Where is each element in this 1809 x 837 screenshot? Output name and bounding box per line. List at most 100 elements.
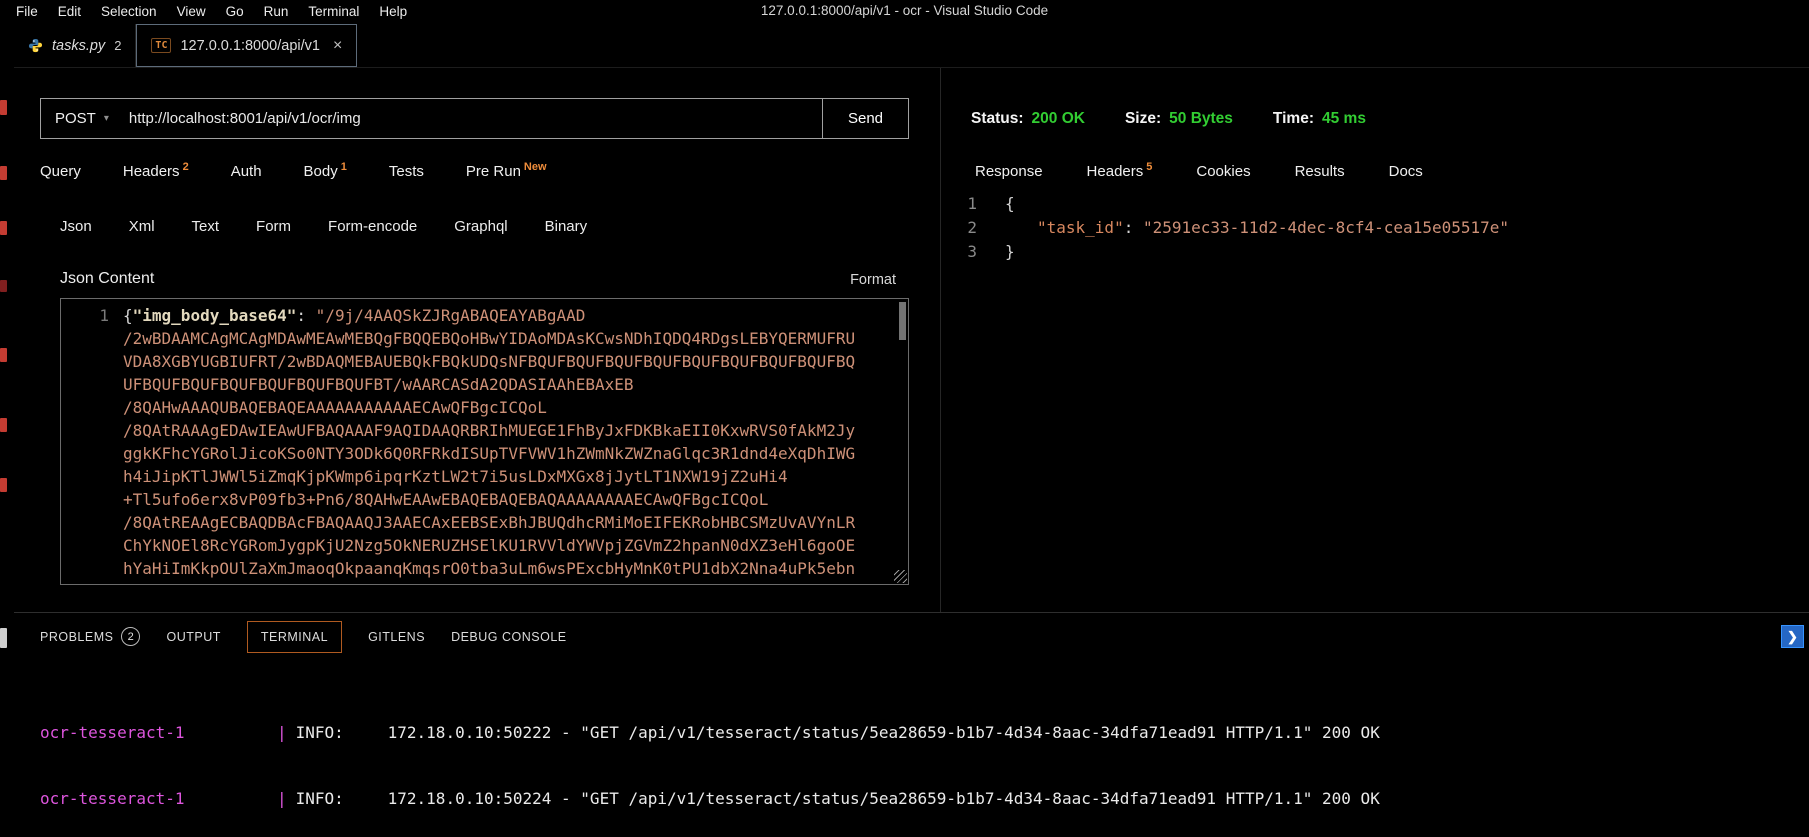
- tab-label: Query: [40, 163, 81, 180]
- close-icon[interactable]: ×: [333, 37, 342, 55]
- json-key: "img_body_base64": [132, 306, 297, 325]
- editor-scrollbar[interactable]: [899, 302, 906, 340]
- menu-edit[interactable]: Edit: [48, 4, 91, 19]
- tab-form[interactable]: Form: [256, 218, 291, 235]
- base64-chunk: ggkKFhcYGRolJicoKSo0NTY3ODk6Q0RFRkdISUpT…: [123, 444, 856, 463]
- chevron-down-icon: ▾: [103, 113, 109, 124]
- tab-label: PROBLEMS: [40, 629, 114, 644]
- json-brace: }: [1005, 242, 1015, 261]
- line-number: 2: [967, 218, 977, 237]
- tab-response[interactable]: Response: [975, 163, 1043, 180]
- tab-binary[interactable]: Binary: [545, 218, 588, 235]
- tab-label: Pre Run: [465, 163, 521, 180]
- tab-label: Body: [303, 163, 338, 180]
- editor-line: /2wBDAAMCAgMCAgMDAwMEAwMEBQgFBQQEBQoHBwY…: [61, 327, 908, 350]
- tab-label: Cookies: [1196, 163, 1251, 180]
- base64-chunk: /2wBDAAMCAgMCAgMDAwMEAwMEBQgFBQQEBQoHBwY…: [123, 329, 856, 348]
- menu-file[interactable]: File: [6, 4, 48, 19]
- tab-badge: 5: [1146, 161, 1153, 173]
- method-label: POST: [55, 110, 96, 127]
- tab-tests[interactable]: Tests: [389, 163, 424, 180]
- menu-terminal[interactable]: Terminal: [298, 4, 369, 19]
- resize-grip-icon[interactable]: [894, 570, 907, 583]
- terminal-line: ocr-tesseract-1 | INFO: 172.18.0.10:50222 -…: [40, 722, 1380, 744]
- base64-chunk: /8QAtRAAAgEDAwIEAwUFBAQAAAF9AQIDAAQRBRIh…: [123, 421, 856, 440]
- tab-auth[interactable]: Auth: [231, 163, 262, 180]
- tab-label: tasks.py: [52, 37, 106, 54]
- size-label: Size:: [1124, 110, 1162, 127]
- tab-cookies[interactable]: Cookies: [1196, 163, 1250, 180]
- response-line: 3 }: [941, 240, 1509, 264]
- url-row: POST ▾ Send: [40, 98, 909, 139]
- tab-pre-run[interactable]: Pre Run New: [465, 161, 547, 180]
- panel-tab-problems[interactable]: PROBLEMS 2: [40, 627, 141, 646]
- tab-headers[interactable]: Headers 2: [122, 161, 189, 180]
- tab-docs[interactable]: Docs: [1389, 163, 1423, 180]
- tab-response-headers[interactable]: Headers 5: [1086, 161, 1153, 180]
- request-panel: POST ▾ Send Query Headers2 Auth Body1 Te…: [14, 68, 940, 612]
- base64-chunk: /8QAtREAAgECBAQDBAcFBAQAAQJ3AAECAxEEBSEx…: [123, 513, 856, 532]
- window-title: 127.0.0.1:8000/api/v1 - ocr - Visual Stu…: [760, 3, 1049, 18]
- panel-tab-debug-console[interactable]: DEBUG CONSOLE: [451, 630, 567, 644]
- menu-go[interactable]: Go: [216, 4, 254, 19]
- tab-badge: New: [523, 161, 547, 173]
- format-button[interactable]: Format: [850, 272, 896, 288]
- tab-tasks-py[interactable]: tasks.py 2: [14, 24, 137, 67]
- tab-label: Headers: [1086, 163, 1144, 180]
- menu-view[interactable]: View: [167, 4, 216, 19]
- tab-xml[interactable]: Xml: [129, 218, 155, 235]
- tab-label: Headers: [122, 163, 180, 180]
- line-number: 3: [967, 242, 977, 261]
- menu-selection[interactable]: Selection: [91, 4, 167, 19]
- response-body: 1 { 2 "task_id": "2591ec33-11d2-4dec-8cf…: [941, 192, 1509, 264]
- thunder-client-view: POST ▾ Send Query Headers2 Auth Body1 Te…: [14, 68, 1809, 612]
- activity-edge-mark: [0, 166, 7, 180]
- panel-expand-chevron-icon[interactable]: ❯: [1781, 625, 1804, 648]
- tab-json[interactable]: Json: [60, 218, 92, 235]
- base64-chunk: UFBQUFBQUFBQUFBQUFBQUFBQUFBT/wAARCASdA2Q…: [123, 375, 634, 394]
- tab-query[interactable]: Query: [40, 163, 81, 180]
- activity-edge-mark: [0, 280, 7, 292]
- tab-badge: 2: [114, 38, 122, 53]
- terminal-output: ocr-tesseract-1 | INFO: 172.18.0.10:50222 -…: [40, 678, 1380, 837]
- activity-edge-mark: [0, 478, 7, 492]
- status-label: Status:: [971, 110, 1024, 127]
- request-tabs: Query Headers 2 Auth Body 1 Tests Pre Run N…: [40, 161, 547, 180]
- tab-form-encode[interactable]: Form-encode: [328, 218, 417, 235]
- bottom-panel: PROBLEMS 2 OUTPUT TERMINAL GITLENS DEBUG…: [14, 612, 1809, 837]
- panel-tab-bar: PROBLEMS 2 OUTPUT TERMINAL GITLENS DEBUG…: [40, 620, 567, 653]
- json-body-editor[interactable]: 1 {"img_body_base64": "/9j/4AAQSkZJRgABA…: [60, 298, 909, 585]
- send-button[interactable]: Send: [822, 98, 909, 139]
- activity-edge-mark: [0, 221, 7, 235]
- tab-text[interactable]: Text: [192, 218, 220, 235]
- tab-thunder-client[interactable]: TC 127.0.0.1:8000/api/v1 ×: [136, 24, 358, 67]
- tab-label: Response: [975, 163, 1043, 180]
- panel-tab-terminal[interactable]: TERMINAL: [246, 620, 343, 653]
- menu-help[interactable]: Help: [369, 4, 417, 19]
- response-tabs: Response Headers 5 Cookies Results Docs: [975, 161, 1423, 180]
- url-input[interactable]: [120, 110, 822, 127]
- panel-tab-output[interactable]: OUTPUT: [166, 630, 220, 644]
- method-select[interactable]: POST ▾: [41, 110, 121, 127]
- tab-body[interactable]: Body 1: [303, 161, 347, 180]
- tab-label: Results: [1294, 163, 1345, 180]
- base64-chunk: ChYkNOEl8RcYGRomJygpKjU2Nzg5OkNERUZHSElK…: [123, 536, 856, 555]
- panel-tab-gitlens[interactable]: GITLENS: [368, 630, 425, 644]
- line-number: 1: [99, 306, 109, 325]
- tab-label: OUTPUT: [166, 629, 221, 644]
- base64-chunk: +Tl5ufo6erx8vP09fb3+Pn6/8QAHwEAAwEBAQEBA…: [123, 490, 769, 509]
- size-value: 50 Bytes: [1169, 110, 1233, 127]
- json-separator: :: [1123, 218, 1143, 237]
- response-line: 1 {: [941, 192, 1509, 216]
- tab-results[interactable]: Results: [1295, 163, 1345, 180]
- status-value: 200 OK: [1031, 110, 1085, 127]
- body-type-tabs: Json Xml Text Form Form-encode Graphql B…: [60, 218, 587, 235]
- json-brace: {: [123, 306, 133, 325]
- editor-line: UFBQUFBQUFBQUFBQUFBQUFBQUFBT/wAARCASdA2Q…: [61, 373, 908, 396]
- tab-label: 127.0.0.1:8000/api/v1: [180, 37, 320, 54]
- time-label: Time:: [1272, 110, 1314, 127]
- tab-graphql[interactable]: Graphql: [454, 218, 507, 235]
- terminal-pipe: |: [277, 789, 287, 808]
- menu-run[interactable]: Run: [254, 4, 299, 19]
- json-value: "2591ec33-11d2-4dec-8cf4-cea15e05517e": [1142, 218, 1510, 237]
